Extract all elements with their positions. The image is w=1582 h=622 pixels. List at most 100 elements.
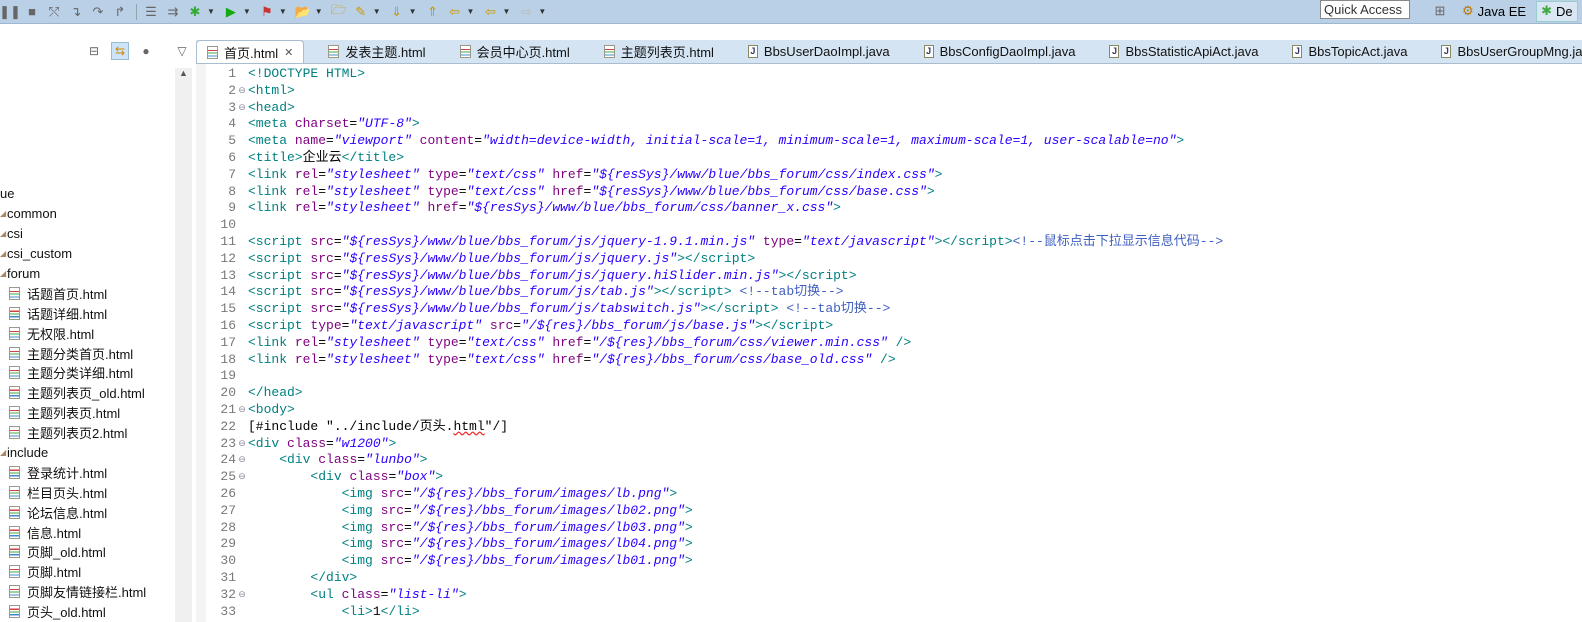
tab-label: 发表主题.html	[345, 45, 426, 60]
dropdown-arrow-icon[interactable]: ▼	[538, 7, 546, 16]
code-editor[interactable]: 1 <!DOCTYPE HTML> 2 ⊖ <html> 3 ⊖ <head> 4 <meta c…	[196, 64, 1582, 622]
dropdown-arrow-icon[interactable]: ▼	[502, 7, 510, 16]
code-token: </div>	[310, 569, 358, 585]
expand-arrow-icon[interactable]: ◢	[0, 229, 6, 238]
tree-item[interactable]: 主题分类详细.html	[0, 363, 146, 383]
last-edit-icon[interactable]: ⇦	[445, 3, 465, 21]
tree-item[interactable]: 话题首页.html	[0, 283, 146, 303]
run-icon[interactable]: ▶	[221, 3, 241, 21]
dropdown-arrow-icon[interactable]: ▼	[243, 7, 251, 16]
fold-toggle-icon[interactable]: ⊖	[236, 402, 248, 419]
prev-annotation-icon[interactable]: ⇑	[423, 3, 443, 21]
tab-bbstopicact-java[interactable]: J BbsTopicAct.java	[1282, 40, 1417, 63]
suspend-icon[interactable]: ❚❚	[0, 3, 21, 21]
tree-item[interactable]: 页脚.html	[0, 562, 146, 582]
tree-item[interactable]: ue	[0, 184, 146, 204]
fold-toggle-icon[interactable]: ⊖	[236, 100, 248, 117]
dropdown-arrow-icon[interactable]: ▼	[467, 7, 475, 16]
close-icon[interactable]: ✕	[284, 46, 293, 59]
tree-item[interactable]: 论坛信息.html	[0, 502, 146, 522]
tab--html[interactable]: 发表主题.html	[318, 40, 435, 63]
filter-icon[interactable]: ●	[137, 42, 155, 60]
open-type-icon[interactable]: 🗁	[329, 2, 349, 21]
scroll-up-icon[interactable]: ▲	[175, 68, 192, 78]
tab-bbsstatisticapiact-java[interactable]: J BbsStatisticApiAct.java	[1099, 40, 1268, 63]
tree-item[interactable]: 主题列表页.html	[0, 403, 146, 423]
tree-item[interactable]: 页脚_old.html	[0, 542, 146, 562]
code-token: "${resSys}/www/blue/bbs_forum/js/jquery.…	[341, 250, 678, 266]
external-tools-icon[interactable]: ⚑	[257, 3, 277, 21]
tree-item[interactable]: 主题列表页_old.html	[0, 383, 146, 403]
tree-item[interactable]: 话题详细.html	[0, 303, 146, 323]
dropdown-arrow-icon[interactable]: ▼	[373, 7, 381, 16]
fold-toggle-icon[interactable]: ⊖	[236, 436, 248, 453]
link-with-editor-icon[interactable]: ⇆	[111, 42, 129, 60]
html-file-icon	[9, 286, 20, 300]
tab--html[interactable]: 会员中心页.html	[450, 40, 580, 63]
tab-bbsusergroupmng-java[interactable]: J BbsUserGroupMng.java	[1431, 40, 1582, 63]
expand-arrow-icon[interactable]: ◢	[0, 269, 6, 278]
tree-item[interactable]: 页脚友情链接栏.html	[0, 582, 146, 602]
next-annotation-icon[interactable]: ⇓	[387, 3, 407, 21]
tree-item-label: 主题列表页2.html	[27, 426, 128, 442]
tree-item[interactable]: 登录统计.html	[0, 462, 146, 482]
dropdown-arrow-icon[interactable]: ▼	[409, 7, 417, 16]
tree-item[interactable]: 信息.html	[0, 522, 146, 542]
tree-item[interactable]: ◢ forum	[0, 264, 146, 284]
dropdown-arrow-icon[interactable]: ▼	[315, 7, 323, 16]
tree-item[interactable]: 无权限.html	[0, 323, 146, 343]
line-number: 26	[220, 485, 236, 501]
code-token: <script	[248, 284, 311, 300]
disconnect-icon[interactable]: ⤲	[44, 3, 64, 21]
step-into-icon[interactable]: ↴	[66, 3, 86, 21]
perspective-debug[interactable]: ✱ De	[1536, 0, 1578, 22]
tree-item[interactable]: 主题分类首页.html	[0, 343, 146, 363]
open-perspective-icon[interactable]: ⊞	[1430, 2, 1450, 20]
fold-toggle-icon[interactable]: ⊖	[236, 83, 248, 100]
forward-icon[interactable]: ⇨	[516, 3, 536, 21]
tree-item[interactable]: 栏目页头.html	[0, 482, 146, 502]
tree-item[interactable]: 主题列表页2.html	[0, 423, 146, 443]
expand-arrow-icon[interactable]: ◢	[0, 448, 6, 457]
use-step-filters-icon[interactable]: ☰	[141, 3, 161, 21]
code-token: "/${res}/bbs_forum/css/viewer.min.css"	[591, 334, 888, 350]
tree-item[interactable]: 页头_old.html	[0, 602, 146, 622]
collapse-all-icon[interactable]: ⊟	[85, 42, 103, 60]
tab-bbsconfigdaoimpl-java[interactable]: J BbsConfigDaoImpl.java	[914, 40, 1086, 63]
tab-bbsuserdaoimpl-java[interactable]: J BbsUserDaoImpl.java	[738, 40, 900, 63]
view-menu-icon[interactable]: ▽	[173, 42, 191, 60]
vertical-scrollbar[interactable]: ▲	[175, 68, 192, 622]
step-over-icon[interactable]: ↷	[88, 3, 108, 21]
line-number: 30	[220, 553, 236, 569]
tree-item[interactable]: ◢ common	[0, 204, 146, 224]
terminate-icon[interactable]: ■	[22, 3, 42, 21]
code-text: <meta name="viewport" content="width=dev…	[248, 133, 1184, 150]
annotation-icon[interactable]: ✎	[351, 3, 371, 21]
drop-to-frame-icon[interactable]: ⇉	[163, 3, 183, 21]
tree-item[interactable]: ◢ csi	[0, 224, 146, 244]
dropdown-arrow-icon[interactable]: ▼	[207, 7, 215, 16]
tree-item[interactable]: ◢ csi_custom	[0, 244, 146, 264]
fold-toggle-icon[interactable]: ⊖	[236, 452, 248, 469]
tab--html[interactable]: 首页.html ✕	[196, 40, 305, 63]
expand-arrow-icon[interactable]: ◢	[0, 209, 6, 218]
dropdown-arrow-icon[interactable]: ▼	[279, 7, 287, 16]
back-icon[interactable]: ⇦	[480, 3, 500, 21]
fold-toggle-icon[interactable]: ⊖	[236, 587, 248, 604]
quick-access-input[interactable]: Quick Access	[1320, 0, 1410, 19]
step-return-icon[interactable]: ↱	[110, 3, 130, 21]
expand-arrow-icon[interactable]: ◢	[0, 249, 6, 258]
tree-item[interactable]: ◢ include	[0, 443, 146, 463]
new-project-icon[interactable]: 📂	[293, 3, 313, 21]
java-file-icon: J	[1109, 45, 1120, 58]
tree-item-label: 页脚.html	[27, 565, 82, 581]
debug-icon[interactable]: ✱	[185, 3, 205, 21]
code-token: >	[833, 200, 841, 216]
line-number: 10	[220, 217, 236, 233]
perspective-java-ee[interactable]: ⚙ Java EE	[1458, 1, 1530, 22]
line-number: 5	[228, 133, 236, 149]
fold-toggle-icon[interactable]: ⊖	[236, 469, 248, 486]
code-token: <link	[248, 351, 295, 367]
code-text: <!DOCTYPE HTML>	[248, 66, 365, 83]
tab--html[interactable]: 主题列表页.html	[594, 40, 724, 63]
